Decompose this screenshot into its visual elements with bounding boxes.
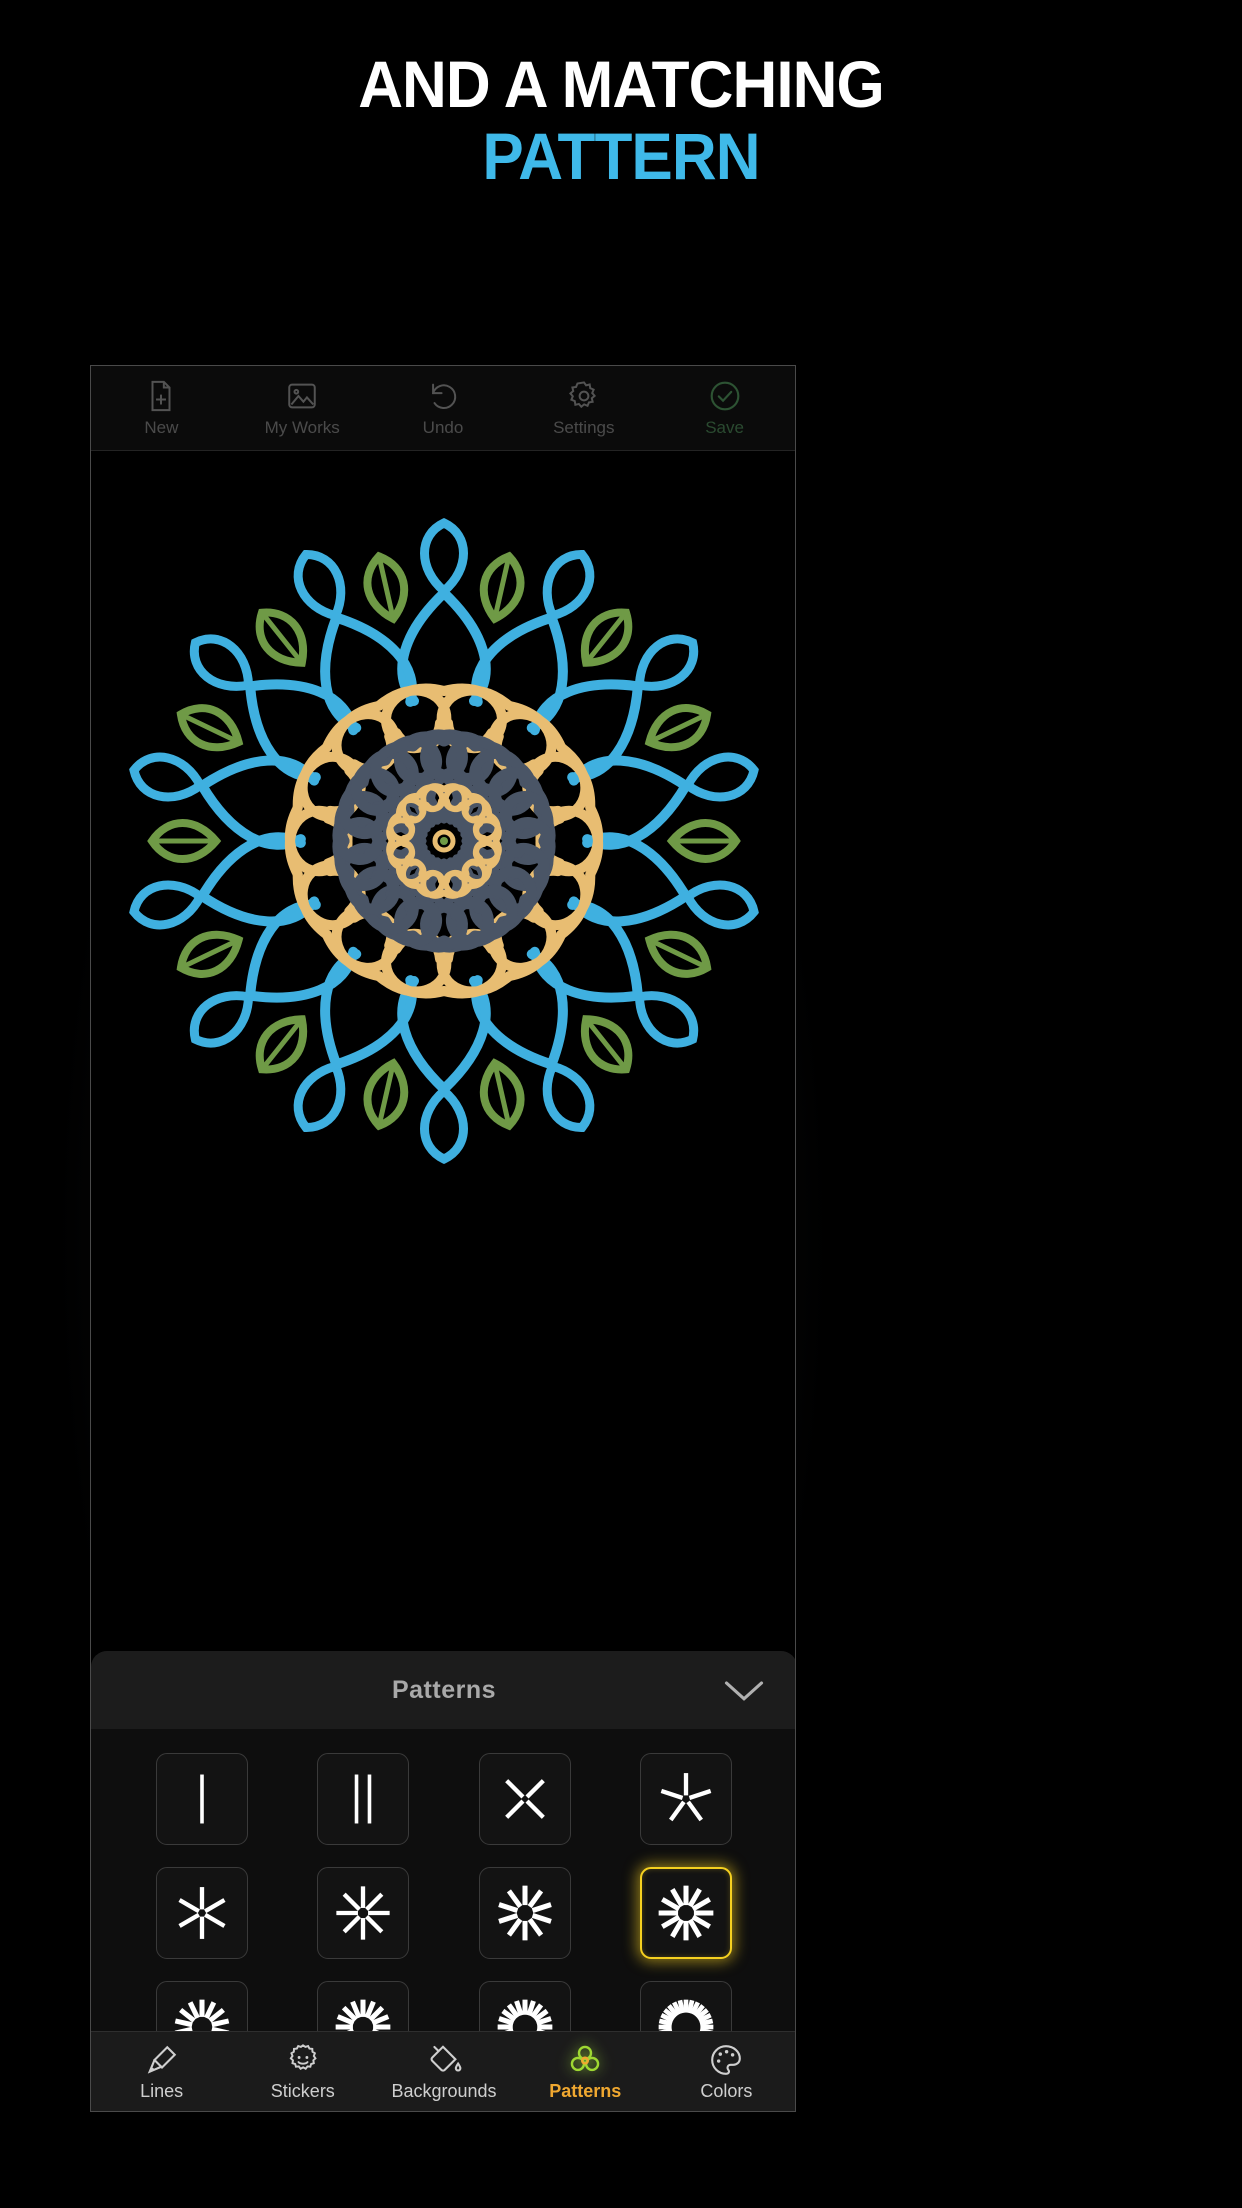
bottom-navigation: Lines Stickers Backgrounds Patterns Colo… [91,2031,795,2111]
pattern-tile-6[interactable] [155,1867,248,1959]
patterns-grid [91,1729,795,2073]
pattern-tile-10[interactable] [478,1867,571,1959]
chevron-down-icon[interactable] [723,1677,765,1703]
promo-line-1: AND A MATCHING [358,47,885,121]
pattern-6-axis-icon [178,1887,226,1939]
nav-label-colors: Colors [700,2080,753,2101]
nav-item-patterns[interactable]: Patterns [515,2032,656,2111]
pattern-tile-1[interactable] [155,1753,248,1845]
toolbar-button-undo[interactable]: Undo [373,366,514,450]
pattern-tile-12[interactable] [640,1867,733,1959]
palette-icon [708,2042,744,2078]
pattern-8-axis-icon [336,1886,390,1940]
pattern-1-axis-icon [199,1774,204,1824]
nav-item-colors[interactable]: Colors [656,2032,795,2111]
mandala-drawing [94,491,794,1191]
gear-icon [567,379,601,413]
promo-line-2: PATTERN [482,119,760,193]
pattern-tile-2[interactable] [317,1753,410,1845]
nav-label-backgrounds: Backgrounds [391,2080,497,2101]
paint-bucket-icon [426,2042,462,2078]
toolbar-label-settings: Settings [553,417,615,437]
pattern-2-axis-icon [354,1774,372,1824]
smiley-sticker-icon [285,2042,321,2078]
nav-label-patterns: Patterns [549,2080,622,2101]
nav-item-lines[interactable]: Lines [91,2032,232,2111]
nav-label-stickers: Stickers [270,2080,335,2101]
app-screenshot-frame: New My Works Undo Settings Save Patterns… [90,365,796,2112]
paintbrush-icon [144,2042,180,2078]
flower-pattern-icon [567,2042,603,2078]
pattern-10-axis-icon [497,1885,552,1941]
pattern-5-axis-icon [660,1773,712,1822]
pattern-tile-4[interactable] [478,1753,571,1845]
new-document-icon [144,379,178,413]
toolbar-label-my-works: My Works [264,417,340,437]
nav-item-backgrounds[interactable]: Backgrounds [373,2032,514,2111]
toolbar-button-new[interactable]: New [91,366,232,450]
gallery-image-icon [285,379,319,413]
app-toolbar: New My Works Undo Settings Save [91,366,795,451]
toolbar-button-my-works[interactable]: My Works [232,366,373,450]
check-circle-icon [708,379,742,413]
pattern-4-axis-icon [504,1779,545,1819]
toolbar-label-save: Save [705,417,744,437]
pattern-12-axis-icon [658,1885,714,1941]
toolbar-button-save[interactable]: Save [654,366,795,450]
patterns-panel-title: Patterns [391,1675,497,1704]
toolbar-label-new: New [144,417,179,437]
patterns-panel-header[interactable]: Patterns [91,1651,795,1729]
nav-label-lines: Lines [140,2080,184,2101]
toolbar-button-settings[interactable]: Settings [513,366,654,450]
toolbar-label-undo: Undo [422,417,464,437]
pattern-tile-8[interactable] [317,1867,410,1959]
undo-arrow-icon [426,379,460,413]
nav-item-stickers[interactable]: Stickers [232,2032,373,2111]
promo-headline: AND A MATCHING PATTERN [0,48,1242,192]
pattern-tile-5[interactable] [640,1753,733,1845]
